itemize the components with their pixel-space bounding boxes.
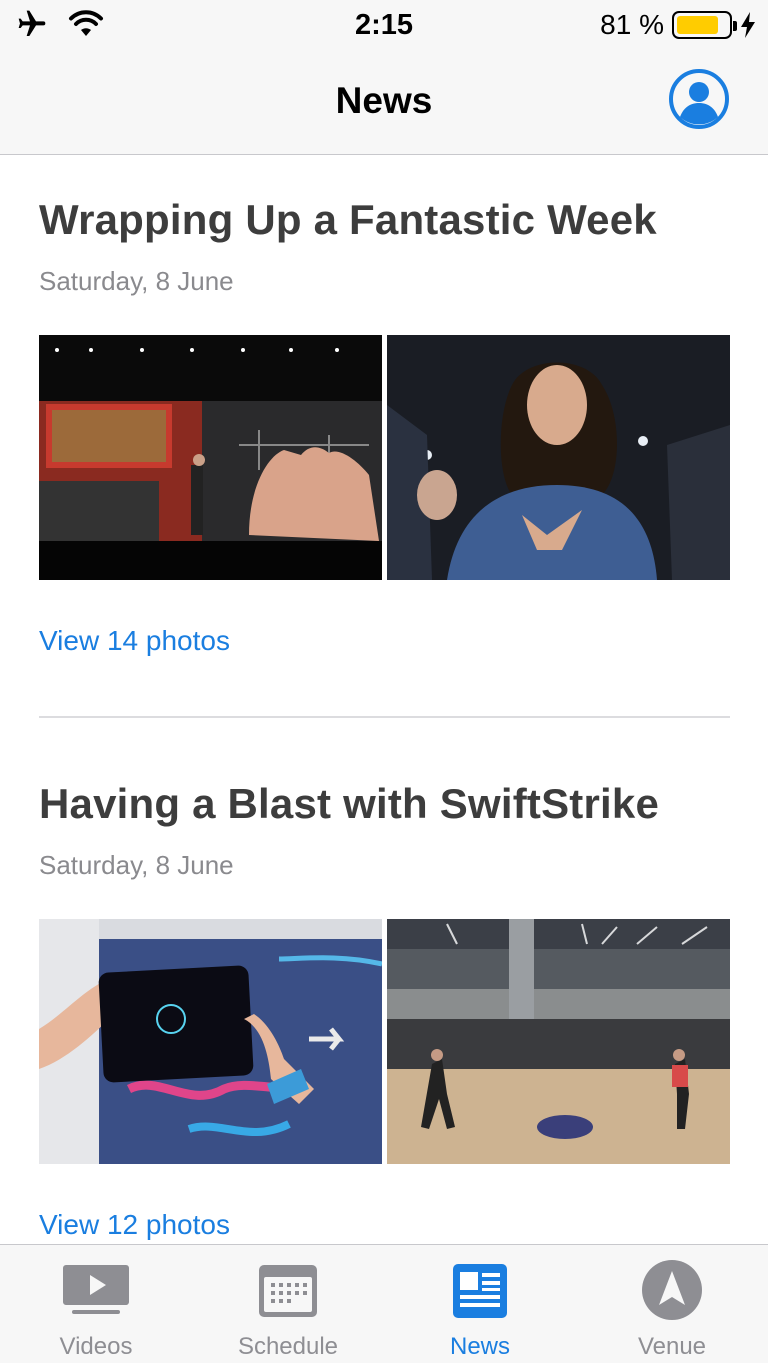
article-divider [39, 716, 730, 718]
news-article: Having a Blast with SwiftStrike Saturday… [39, 780, 730, 1244]
navigation-bar: News [0, 50, 768, 155]
tab-label: Venue [637, 1333, 707, 1360]
applauding-attendee-photo[interactable] [387, 335, 730, 580]
newspaper-icon [453, 1264, 507, 1318]
charging-bolt-icon [741, 12, 755, 38]
view-photos-link[interactable]: View 12 photos [39, 1209, 230, 1241]
news-feed[interactable]: Wrapping Up a Fantastic Week Saturday, 8… [0, 156, 768, 1244]
tab-schedule[interactable]: Schedule [192, 1245, 384, 1363]
tab-label: News [449, 1333, 510, 1360]
tab-videos[interactable]: Videos [0, 1245, 192, 1363]
tab-bar: Videos Schedule News Venue [0, 1244, 768, 1363]
battery-percent: 81 % [600, 9, 664, 40]
photo-strip [39, 335, 730, 580]
status-bar: 2:15 81 % [0, 0, 768, 50]
tab-label: Videos [59, 1333, 133, 1360]
person-circle-icon [669, 69, 729, 129]
battery-icon [672, 11, 737, 39]
battery-level [677, 16, 718, 34]
ipad-game-photo[interactable] [39, 919, 382, 1164]
keynote-stage-photo[interactable] [39, 335, 382, 580]
news-article: Wrapping Up a Fantastic Week Saturday, 8… [39, 196, 730, 736]
calendar-icon [259, 1265, 317, 1317]
page-title: News [335, 80, 433, 121]
article-title: Having a Blast with SwiftStrike [39, 780, 659, 827]
location-arrow-icon [642, 1260, 702, 1320]
tab-news[interactable]: News [384, 1245, 576, 1363]
play-screen-icon [63, 1265, 129, 1314]
profile-button[interactable] [668, 68, 730, 130]
tab-label: Schedule [237, 1333, 339, 1360]
article-date: Saturday, 8 June [39, 850, 234, 880]
article-date: Saturday, 8 June [39, 266, 234, 296]
view-photos-link[interactable]: View 14 photos [39, 625, 230, 657]
article-title: Wrapping Up a Fantastic Week [39, 196, 657, 243]
atrium-game-photo[interactable] [387, 919, 730, 1164]
photo-strip [39, 919, 730, 1164]
status-right: 81 % [600, 9, 756, 41]
tab-venue[interactable]: Venue [576, 1245, 768, 1363]
